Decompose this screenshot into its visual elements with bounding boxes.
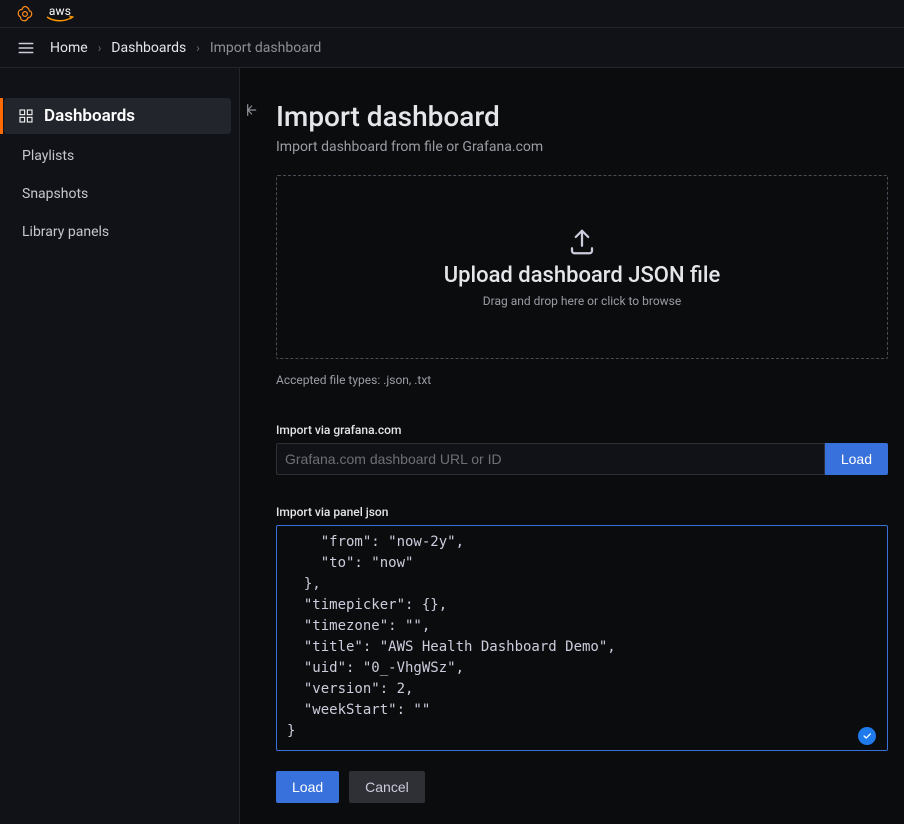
load-button[interactable]: Load xyxy=(276,771,339,803)
json-valid-badge xyxy=(858,727,876,745)
check-circle-icon xyxy=(862,731,872,741)
sidebar: Dashboards Playlists Snapshots Library p… xyxy=(0,68,240,824)
dock-left-icon xyxy=(245,102,261,118)
upload-icon xyxy=(567,227,597,257)
upload-dropzone[interactable]: Upload dashboard JSON file Drag and drop… xyxy=(276,175,888,359)
page-subtitle: Import dashboard from file or Grafana.co… xyxy=(276,139,888,155)
breadcrumb-sep: › xyxy=(98,41,102,55)
breadcrumb-home[interactable]: Home xyxy=(50,40,88,56)
accepted-file-types: Accepted file types: .json, .txt xyxy=(276,373,888,387)
main-content: Import dashboard Import dashboard from f… xyxy=(240,68,904,824)
grafana-url-load-button[interactable]: Load xyxy=(825,443,888,475)
sidebar-item-label: Dashboards xyxy=(44,106,135,126)
menu-toggle-button[interactable] xyxy=(12,34,40,62)
panel-json-label: Import via panel json xyxy=(276,505,888,519)
sidebar-item-dashboards[interactable]: Dashboards xyxy=(4,98,231,134)
aws-swoosh-icon xyxy=(46,15,74,23)
panel-json-textarea[interactable] xyxy=(276,525,888,751)
brand-bar: aws xyxy=(0,0,904,28)
breadcrumb-bar: Home › Dashboards › Import dashboard xyxy=(0,28,904,68)
grafana-url-label: Import via grafana.com xyxy=(276,423,888,437)
grafana-url-input[interactable] xyxy=(276,443,825,475)
sidebar-collapse-button[interactable] xyxy=(241,98,265,122)
grafana-logo-icon xyxy=(16,5,34,23)
breadcrumb-dashboards[interactable]: Dashboards xyxy=(111,40,186,56)
sidebar-item-label: Library panels xyxy=(22,224,109,240)
breadcrumb-current: Import dashboard xyxy=(210,40,322,56)
dashboard-icon xyxy=(18,108,34,124)
hamburger-icon xyxy=(17,39,35,57)
cancel-button[interactable]: Cancel xyxy=(349,771,425,803)
sidebar-item-library-panels[interactable]: Library panels xyxy=(4,216,231,248)
breadcrumb-sep: › xyxy=(196,41,200,55)
sidebar-item-playlists[interactable]: Playlists xyxy=(4,140,231,172)
page-title: Import dashboard xyxy=(276,100,888,133)
upload-hint: Drag and drop here or click to browse xyxy=(483,294,681,308)
aws-logo: aws xyxy=(46,5,74,23)
upload-title: Upload dashboard JSON file xyxy=(444,263,721,288)
sidebar-item-snapshots[interactable]: Snapshots xyxy=(4,178,231,210)
sidebar-item-label: Snapshots xyxy=(22,186,88,202)
sidebar-item-label: Playlists xyxy=(22,148,74,164)
